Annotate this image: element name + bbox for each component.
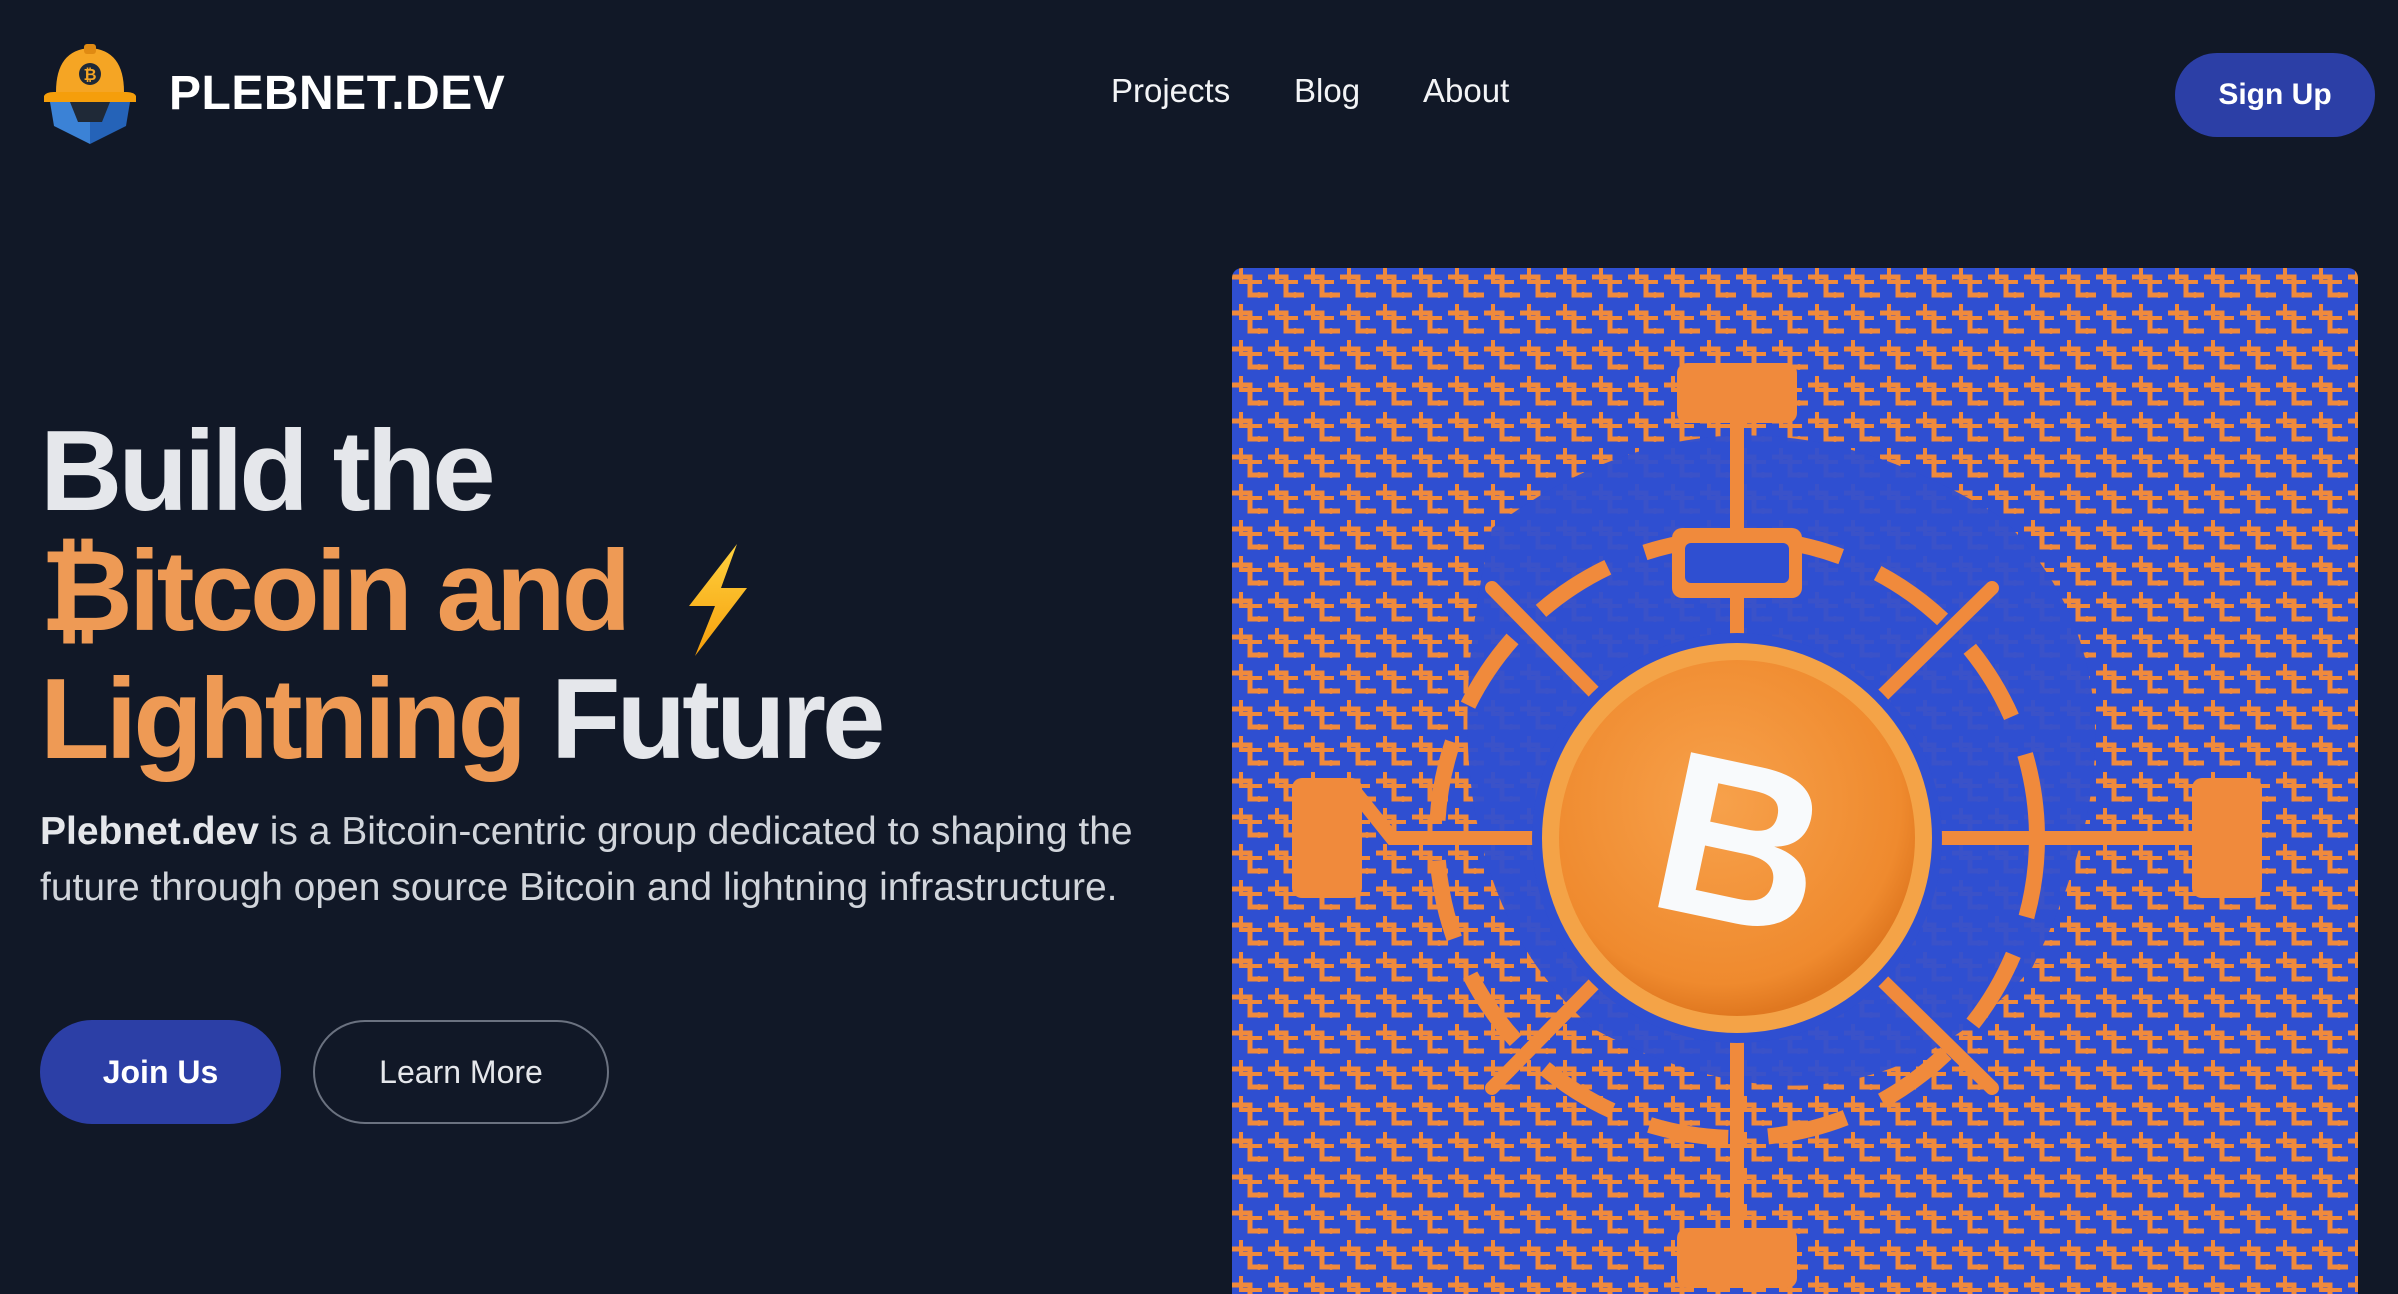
headline-line-1: Build the xyxy=(40,408,496,535)
nav-about[interactable]: About xyxy=(1423,72,1509,110)
hero-headline: Build the ₿itcoin and Lightning Future xyxy=(40,408,886,783)
lightning-bolt-icon xyxy=(688,543,747,656)
sign-up-button[interactable]: Sign Up xyxy=(2175,53,2375,137)
description-brand: Plebnet.dev xyxy=(40,810,259,853)
learn-more-button[interactable]: Learn More xyxy=(313,1020,609,1124)
logo[interactable]: ₿ xyxy=(40,44,140,148)
hardhat-bitcoin-logo-icon: ₿ xyxy=(44,44,136,144)
headline-line-3-orange: Lightning xyxy=(40,655,527,783)
headline-line-2: ₿itcoin and xyxy=(40,528,631,655)
nav-projects[interactable]: Projects xyxy=(1111,72,1230,110)
brand-name[interactable]: PLEBNET.DEV xyxy=(169,66,505,121)
nav-blog[interactable]: Blog xyxy=(1294,72,1360,110)
hero-description: Plebnet.dev is a Bitcoin-centric group d… xyxy=(40,804,1140,916)
join-us-button[interactable]: Join Us xyxy=(40,1020,281,1124)
svg-text:₿: ₿ xyxy=(83,66,96,84)
hero-image: B xyxy=(1232,268,2358,1294)
headline-line-3-white: Future xyxy=(550,655,886,783)
circuit-bitcoin-illustration: B xyxy=(1232,268,2358,1294)
